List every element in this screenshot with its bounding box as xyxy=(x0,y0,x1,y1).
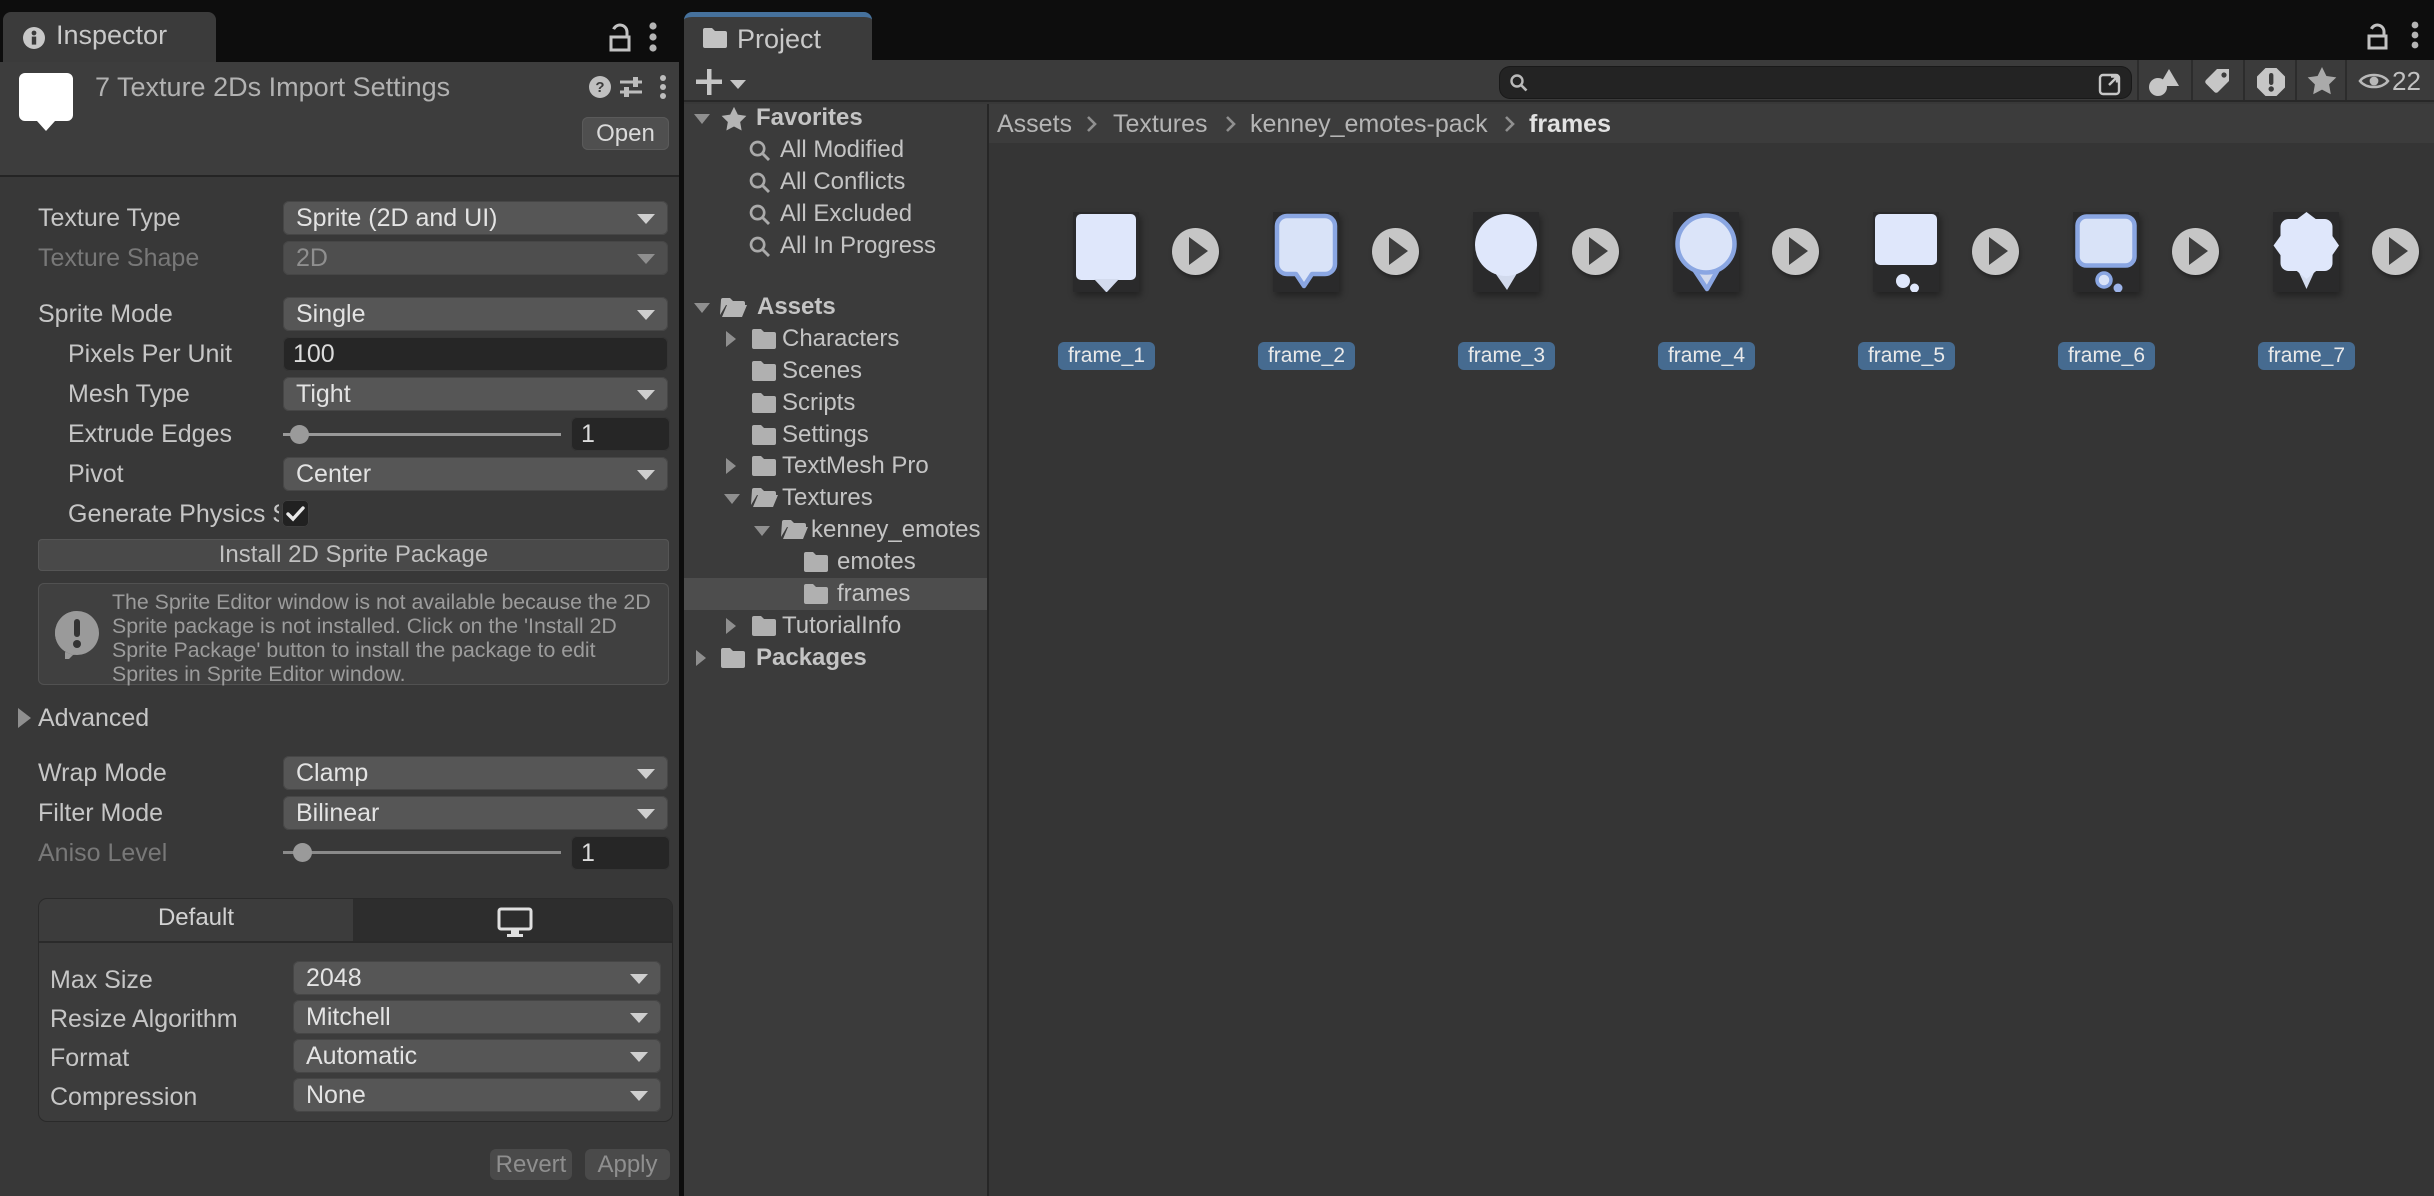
svg-text:?: ? xyxy=(595,79,604,96)
